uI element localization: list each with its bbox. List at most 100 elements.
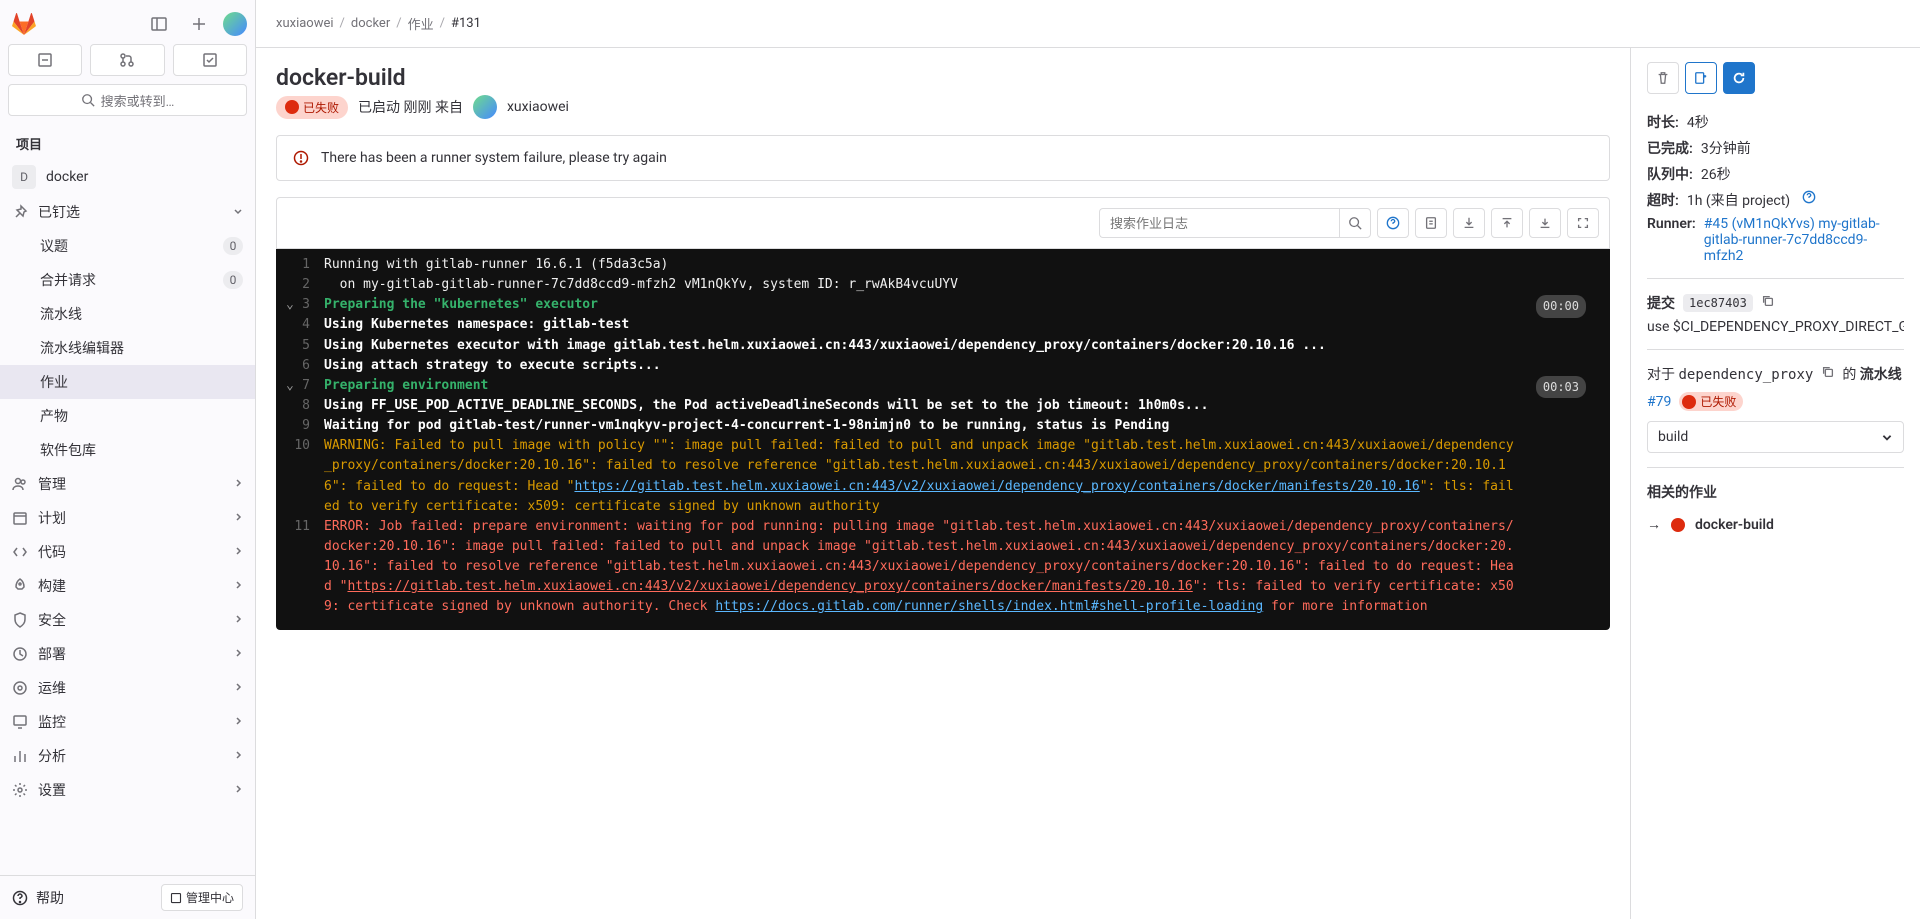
queued-value: 26秒 xyxy=(1701,164,1731,184)
fold-icon[interactable]: ⌄ xyxy=(286,295,300,315)
issues-count-badge: 0 xyxy=(223,237,243,255)
launched-text: 已启动 刚刚 来自 xyxy=(358,97,463,117)
breadcrumb-project[interactable]: docker xyxy=(351,16,390,31)
finished-label: 已完成: xyxy=(1647,138,1693,158)
chevron-down-icon xyxy=(1881,431,1893,443)
nav-plan[interactable]: 计划 xyxy=(0,501,255,535)
nav-deploy[interactable]: 部署 xyxy=(0,637,255,671)
nav-secure[interactable]: 安全 xyxy=(0,603,255,637)
log-line-4: Using Kubernetes namespace: gitlab-test xyxy=(324,315,1598,335)
code-icon xyxy=(12,544,28,560)
shield-icon xyxy=(12,612,28,628)
author-name[interactable]: xuxiaowei xyxy=(507,99,569,115)
log-help-button[interactable] xyxy=(1377,208,1409,238)
nav-settings[interactable]: 设置 xyxy=(0,773,255,807)
ref-name: dependency_proxy xyxy=(1678,367,1813,383)
scroll-bottom-button[interactable] xyxy=(1529,208,1561,238)
nav-code[interactable]: 代码 xyxy=(0,535,255,569)
log-link-2[interactable]: https://gitlab.test.helm.xuxiaowei.cn:44… xyxy=(347,579,1192,594)
duration-label: 时长: xyxy=(1647,112,1679,132)
breadcrumb-section[interactable]: 作业 xyxy=(408,14,434,33)
help-link[interactable]: 帮助 xyxy=(12,888,64,908)
log-line-2: on my-gitlab-gitlab-runner-7c7dd8ccd9-mf… xyxy=(324,275,1598,295)
right-panel: 时长:4秒 已完成:3分钟前 队列中:26秒 超时:1h (来自 project… xyxy=(1630,48,1920,919)
scroll-top-button[interactable] xyxy=(1491,208,1523,238)
chart-icon xyxy=(12,748,28,764)
runner-label: Runner: xyxy=(1647,216,1696,232)
admin-icon xyxy=(170,892,182,904)
nav-monitor[interactable]: 监控 xyxy=(0,705,255,739)
duration-value: 4秒 xyxy=(1687,112,1709,132)
retry-button[interactable] xyxy=(1723,62,1755,94)
nav-jobs[interactable]: 作业 xyxy=(0,365,255,399)
nav-merge-requests[interactable]: 合并请求 0 xyxy=(0,263,255,297)
pin-icon xyxy=(12,204,28,220)
nav-artifacts[interactable]: 产物 xyxy=(0,399,255,433)
timeout-help-icon[interactable] xyxy=(1802,190,1816,210)
copy-ref-button[interactable] xyxy=(1821,367,1835,383)
related-job-name: docker-build xyxy=(1695,517,1774,533)
users-icon xyxy=(12,476,28,492)
issues-shortcut-button[interactable] xyxy=(8,44,82,76)
plus-icon[interactable] xyxy=(183,8,215,40)
queued-label: 队列中: xyxy=(1647,164,1693,184)
stage-select[interactable]: build xyxy=(1647,421,1904,453)
gitlab-logo[interactable] xyxy=(8,8,40,40)
log-line-5: Using Kubernetes executor with image git… xyxy=(324,336,1598,356)
section-project-label: 项目 xyxy=(0,128,255,159)
pipeline-status-badge: 已失败 xyxy=(1679,392,1743,411)
related-jobs-heading: 相关的作业 xyxy=(1647,482,1904,502)
nav-package-registry[interactable]: 软件包库 xyxy=(0,433,255,467)
log-link-3[interactable]: https://docs.gitlab.com/runner/shells/in… xyxy=(715,599,1263,614)
delete-job-button[interactable] xyxy=(1647,62,1679,94)
pipeline-link[interactable]: #79 xyxy=(1647,394,1671,410)
nav-manage[interactable]: 管理 xyxy=(0,467,255,501)
status-badge: 已失败 xyxy=(276,96,348,119)
log-line-11: ERROR: Job failed: prepare environment: … xyxy=(324,517,1598,618)
breadcrumb-group[interactable]: xuxiaowei xyxy=(276,16,334,31)
failure-alert: There has been a runner system failure, … xyxy=(276,135,1610,181)
log-line-1: Running with gitlab-runner 16.6.1 (f5da3… xyxy=(324,255,1598,275)
log-link-1[interactable]: https://gitlab.test.helm.xuxiaowei.cn:44… xyxy=(574,479,1419,494)
log-search-button[interactable] xyxy=(1339,208,1371,238)
log-search-input[interactable] xyxy=(1099,208,1339,238)
nav-pipeline-editor[interactable]: 流水线编辑器 xyxy=(0,331,255,365)
log-line-10: WARNING: Failed to pull image with polic… xyxy=(324,436,1598,517)
project-name: docker xyxy=(46,169,88,185)
fullscreen-button[interactable] xyxy=(1567,208,1599,238)
nav-issues[interactable]: 议题 0 xyxy=(0,229,255,263)
nav-pipelines[interactable]: 流水线 xyxy=(0,297,255,331)
nav-operate[interactable]: 运维 xyxy=(0,671,255,705)
nav-pinned[interactable]: 已钉选 xyxy=(0,195,255,229)
project-avatar: D xyxy=(12,165,36,189)
commit-sha[interactable]: 1ec87403 xyxy=(1683,294,1753,312)
collapse-sidebar-icon[interactable] xyxy=(143,8,175,40)
finished-value: 3分钟前 xyxy=(1701,138,1751,158)
todo-shortcut-button[interactable] xyxy=(173,44,247,76)
runner-link[interactable]: #45 (vM1nQkYvs) my-gitlab-gitlab-runner-… xyxy=(1704,216,1904,264)
new-issue-button[interactable] xyxy=(1685,62,1717,94)
mr-count-badge: 0 xyxy=(223,271,243,289)
log-raw-button[interactable] xyxy=(1415,208,1447,238)
calendar-icon xyxy=(12,510,28,526)
copy-sha-button[interactable] xyxy=(1761,294,1775,312)
search-input[interactable]: 搜索或转到… xyxy=(8,84,247,116)
nav-build[interactable]: 构建 xyxy=(0,569,255,603)
warning-icon xyxy=(293,150,309,166)
log-toolbar xyxy=(276,197,1610,249)
project-link[interactable]: D docker xyxy=(0,159,255,195)
nav-analyze[interactable]: 分析 xyxy=(0,739,255,773)
search-placeholder: 搜索或转到… xyxy=(101,91,175,110)
alert-text: There has been a runner system failure, … xyxy=(321,150,667,166)
gear-icon xyxy=(12,782,28,798)
merge-requests-shortcut-button[interactable] xyxy=(90,44,164,76)
author-avatar[interactable] xyxy=(473,95,497,119)
related-job-item[interactable]: → docker-build xyxy=(1647,512,1904,537)
help-icon xyxy=(12,890,28,906)
log-download-button[interactable] xyxy=(1453,208,1485,238)
monitor-icon xyxy=(12,714,28,730)
user-avatar[interactable] xyxy=(223,12,247,36)
admin-button[interactable]: 管理中心 xyxy=(161,884,243,911)
fold-icon[interactable]: ⌄ xyxy=(286,376,300,396)
chevron-down-icon xyxy=(233,204,243,220)
